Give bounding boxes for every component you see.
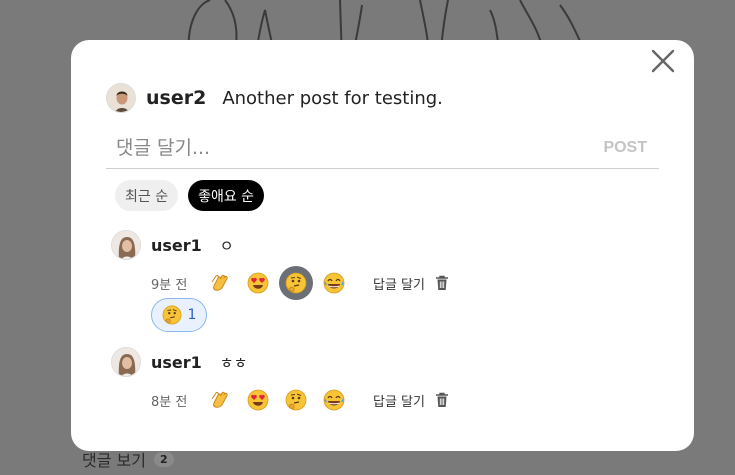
thinking-face-icon [285, 389, 307, 411]
delete-comment-button[interactable] [435, 275, 449, 291]
tears-of-joy-face-icon [323, 272, 345, 294]
reaction-count: 1 [187, 307, 197, 323]
delete-comment-button[interactable] [435, 392, 449, 408]
sort-tab-likes[interactable]: 좋애요 순 [188, 180, 265, 211]
comment-author-username[interactable]: user1 [151, 236, 202, 255]
comment-text: ㅇ [219, 236, 234, 255]
comment-author-avatar[interactable] [111, 230, 141, 260]
post-text: Another post for testing. [222, 87, 443, 109]
trash-icon [435, 275, 448, 290]
comment-item: user1 ㅎㅎ 8분 전 답글 달기 [111, 347, 449, 417]
clapping-hands-icon [211, 274, 228, 291]
comments-count-badge: 2 [153, 451, 174, 467]
react-heart-eyes-button[interactable] [241, 266, 275, 300]
react-clap-button[interactable] [203, 266, 237, 300]
heart-eyes-face-icon [247, 389, 269, 411]
comment-timestamp: 9분 전 [151, 277, 188, 293]
reply-button[interactable]: 답글 달기 [373, 391, 425, 410]
react-laugh-button[interactable] [317, 266, 351, 300]
post-comment-button[interactable]: POST [603, 139, 647, 157]
man-avatar-icon [107, 84, 135, 112]
comment-item: user1 ㅇ 9분 전 답글 달기 [111, 230, 449, 300]
thinking-face-icon [285, 272, 307, 294]
woman-avatar-icon [112, 231, 140, 259]
comment-text: ㅎㅎ [219, 353, 248, 372]
trash-icon [435, 392, 448, 407]
react-clap-button[interactable] [203, 383, 237, 417]
react-laugh-button[interactable] [317, 383, 351, 417]
clapping-hands-icon [211, 391, 228, 408]
post-author-username[interactable]: user2 [146, 87, 206, 109]
comment-input-row: POST [106, 127, 659, 169]
reaction-summary-pill[interactable]: 1 [151, 298, 207, 332]
comment-timestamp: 8분 전 [151, 394, 188, 410]
react-thinking-button[interactable] [279, 266, 313, 300]
close-icon [651, 49, 675, 73]
react-heart-eyes-button[interactable] [241, 383, 275, 417]
sort-tab-recent[interactable]: 최근 순 [115, 180, 179, 211]
react-thinking-button[interactable] [279, 383, 313, 417]
close-button[interactable] [650, 48, 676, 74]
comment-input[interactable] [106, 136, 604, 159]
comments-modal: user2 Another post for testing. POST 최근 … [71, 40, 694, 451]
woman-avatar-icon [112, 348, 140, 376]
sort-tabs: 최근 순 좋애요 순 [115, 180, 265, 211]
thinking-face-icon [162, 305, 181, 325]
comment-author-username[interactable]: user1 [151, 353, 202, 372]
tears-of-joy-face-icon [323, 389, 345, 411]
post-header: user2 Another post for testing. [106, 83, 443, 113]
post-author-avatar[interactable] [106, 83, 136, 113]
reply-button[interactable]: 답글 달기 [373, 274, 425, 293]
heart-eyes-face-icon [247, 272, 269, 294]
comment-author-avatar[interactable] [111, 347, 141, 377]
